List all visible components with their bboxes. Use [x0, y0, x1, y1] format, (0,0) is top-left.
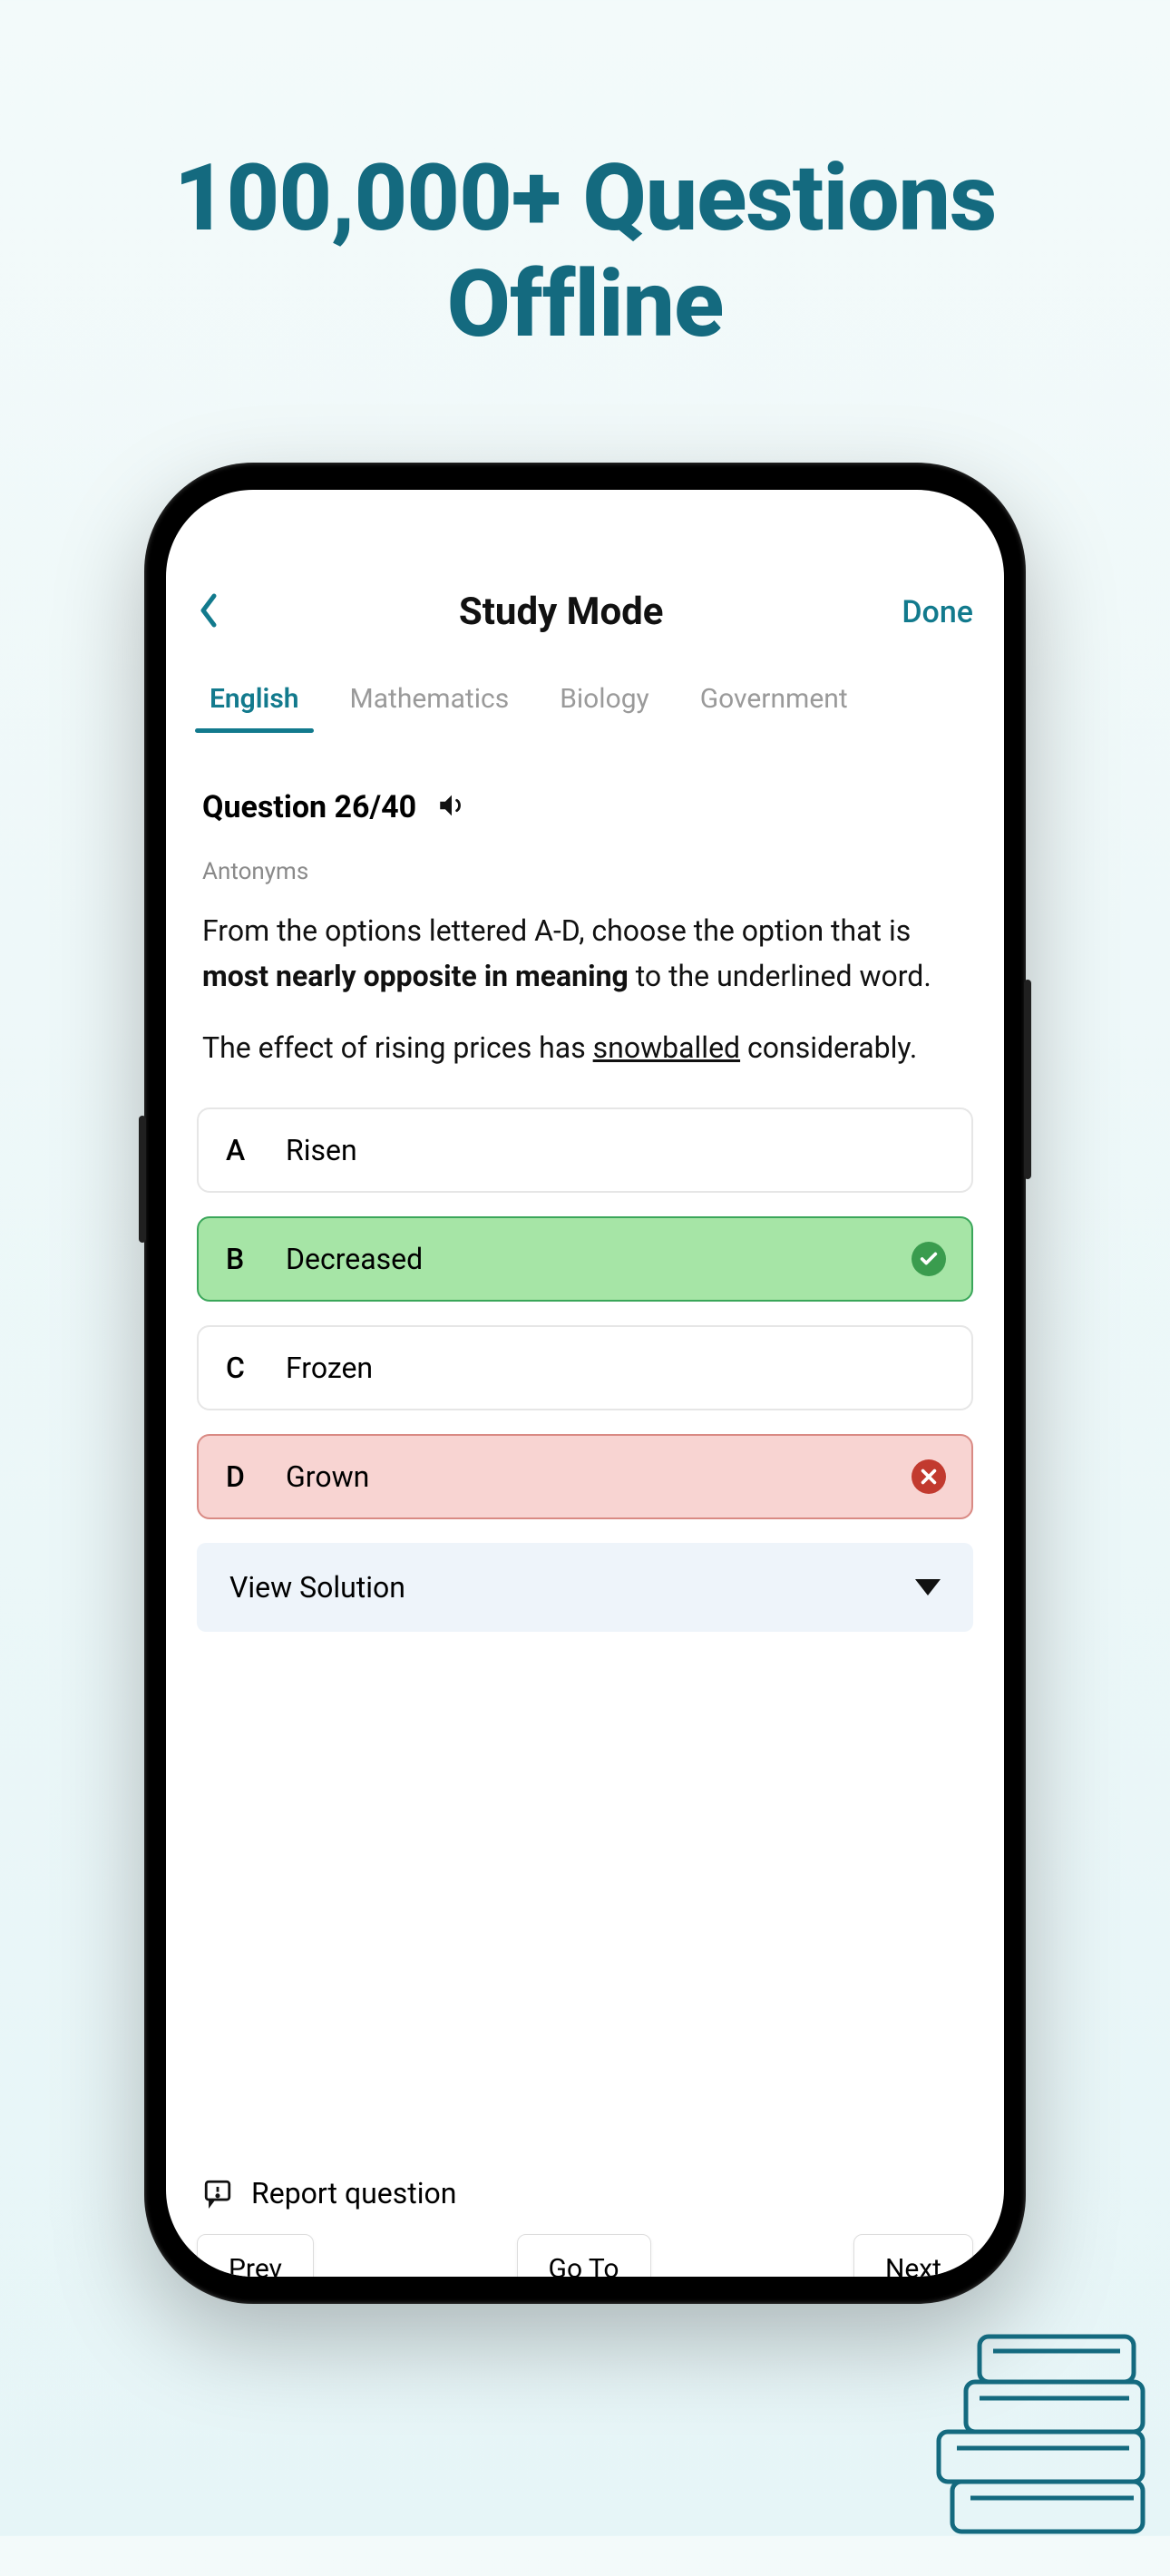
back-button[interactable] — [197, 592, 220, 632]
check-icon — [919, 1249, 939, 1269]
tab-government[interactable]: Government — [700, 667, 848, 731]
speaker-icon — [436, 790, 467, 821]
phone-frame: Study Mode Done English Mathematics Biol… — [144, 463, 1026, 2304]
phone-screen: Study Mode Done English Mathematics Biol… — [166, 490, 1004, 2277]
wrong-marker — [912, 1459, 946, 1494]
answer-options: A Risen B Decreased C Frozen D Grown — [191, 1107, 979, 1519]
books-icon — [925, 2300, 1161, 2572]
goto-button[interactable]: Go To — [517, 2234, 651, 2277]
subject-tabs: English Mathematics Biology Government — [191, 667, 979, 731]
page-title: Study Mode — [459, 590, 664, 634]
tab-english[interactable]: English — [210, 667, 299, 731]
question-sentence: The effect of rising prices has snowball… — [191, 1026, 979, 1107]
question-counter: Question 26/40 — [202, 789, 416, 825]
top-bar: Study Mode Done — [191, 590, 979, 667]
option-d[interactable]: D Grown — [197, 1434, 973, 1519]
speak-button[interactable] — [436, 790, 467, 825]
report-icon — [202, 2178, 233, 2209]
correct-marker — [912, 1242, 946, 1276]
tab-biology[interactable]: Biology — [560, 667, 649, 731]
chevron-left-icon — [197, 592, 220, 629]
tab-mathematics[interactable]: Mathematics — [350, 667, 510, 731]
prev-button[interactable]: Prev — [197, 2234, 314, 2277]
chevron-down-icon — [915, 1579, 941, 1595]
question-prompt: From the options lettered A-D, choose th… — [191, 909, 979, 1026]
cross-icon — [919, 1467, 939, 1487]
option-c[interactable]: C Frozen — [197, 1325, 973, 1410]
option-text: Decreased — [286, 1242, 423, 1276]
option-text: Risen — [286, 1133, 357, 1167]
question-header: Question 26/40 — [191, 771, 979, 842]
option-b[interactable]: B Decreased — [197, 1216, 973, 1302]
next-button[interactable]: Next — [853, 2234, 973, 2277]
done-button[interactable]: Done — [902, 594, 973, 630]
promo-headline: 100,000+ Questions Offline — [0, 0, 1170, 358]
option-text: Grown — [286, 1459, 369, 1494]
option-a[interactable]: A Risen — [197, 1107, 973, 1193]
question-topic: Antonyms — [191, 842, 979, 909]
option-text: Frozen — [286, 1351, 373, 1385]
report-question-button[interactable]: Report question — [191, 2165, 979, 2227]
nav-buttons: Prev Go To Next — [191, 2227, 979, 2277]
books-decoration — [925, 2300, 1161, 2572]
view-solution-button[interactable]: View Solution — [197, 1543, 973, 1632]
